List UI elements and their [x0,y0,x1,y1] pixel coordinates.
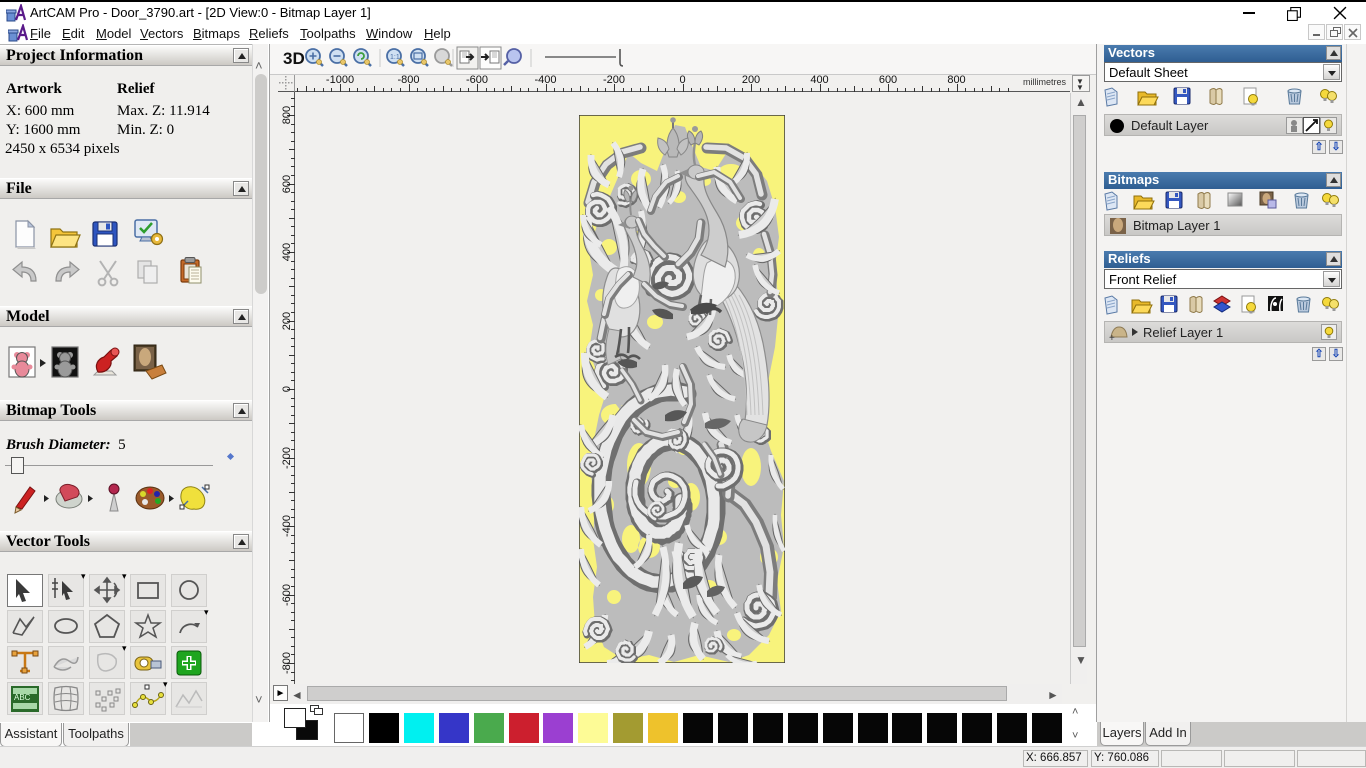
svg-text:+: + [1109,333,1115,343]
svg-text:ABC: ABC [14,693,31,702]
